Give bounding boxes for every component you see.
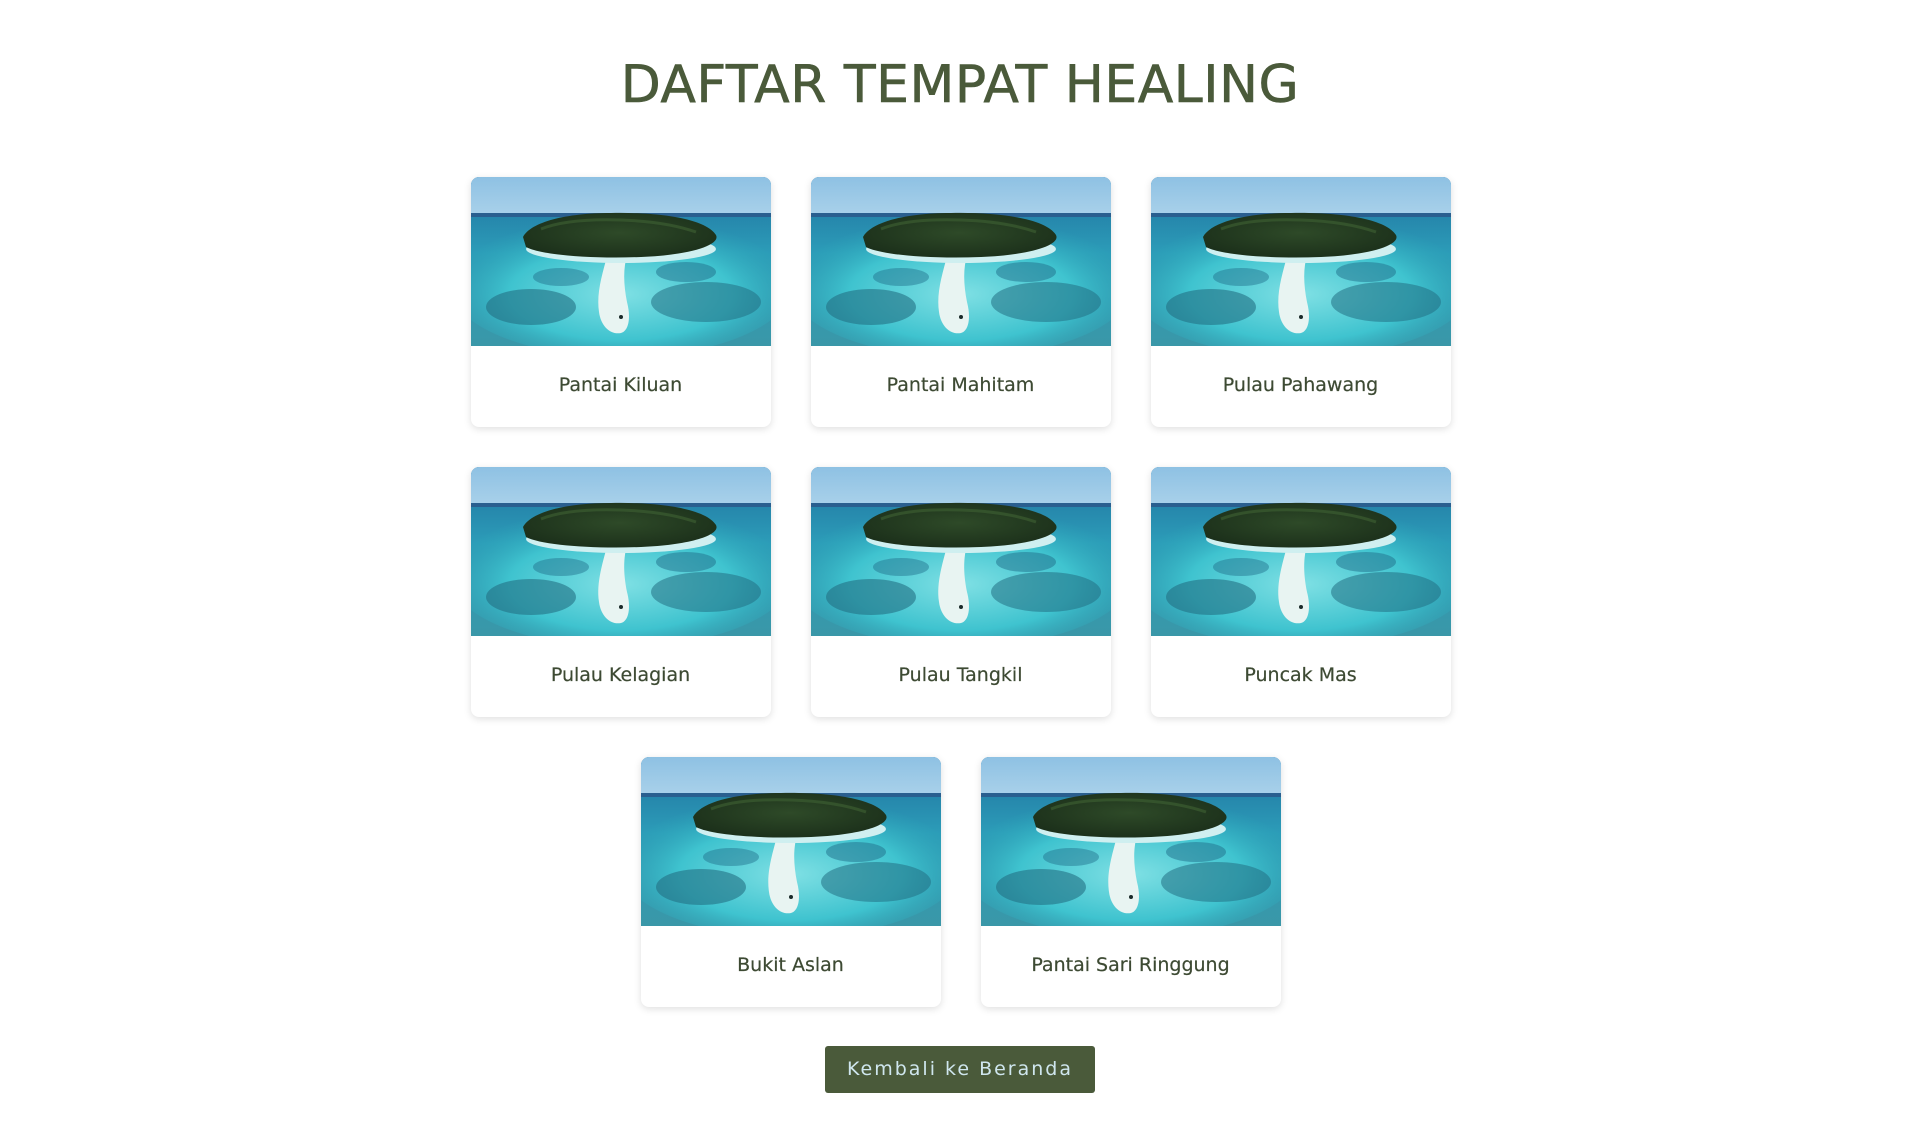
place-name: Pantai Sari Ringgung <box>1031 954 1230 976</box>
place-photo <box>980 757 1281 926</box>
place-photo <box>470 177 771 346</box>
back-to-home-button[interactable]: Kembali ke Beranda <box>825 1046 1095 1093</box>
place-photo <box>470 467 771 636</box>
place-photo <box>1150 177 1451 346</box>
places-grid: Pantai Kiluan Pantai Mahitam Pulau Pahaw… <box>470 177 1451 1007</box>
place-photo <box>640 757 941 926</box>
place-card[interactable]: Pulau Tangkil <box>810 467 1111 717</box>
place-card[interactable]: Pantai Mahitam <box>810 177 1111 427</box>
place-name: Pulau Tangkil <box>898 664 1023 686</box>
page: DAFTAR TEMPAT HEALING Pantai Kiluan Pant… <box>0 0 1920 1144</box>
place-name: Pantai Mahitam <box>886 374 1035 396</box>
place-name: Pantai Kiluan <box>558 374 683 396</box>
page-title: DAFTAR TEMPAT HEALING <box>620 55 1300 116</box>
place-card[interactable]: Pulau Kelagian <box>470 467 771 717</box>
place-card[interactable]: Bukit Aslan <box>640 757 941 1007</box>
place-photo <box>1150 467 1451 636</box>
place-card[interactable]: Pantai Sari Ringgung <box>980 757 1281 1007</box>
place-photo <box>810 467 1111 636</box>
place-name: Pulau Kelagian <box>550 664 691 686</box>
place-photo <box>810 177 1111 346</box>
place-name: Bukit Aslan <box>737 954 844 976</box>
place-name: Pulau Pahawang <box>1222 374 1379 396</box>
place-name: Puncak Mas <box>1244 664 1357 686</box>
place-card[interactable]: Pantai Kiluan <box>470 177 771 427</box>
place-card[interactable]: Pulau Pahawang <box>1150 177 1451 427</box>
place-card[interactable]: Puncak Mas <box>1150 467 1451 717</box>
